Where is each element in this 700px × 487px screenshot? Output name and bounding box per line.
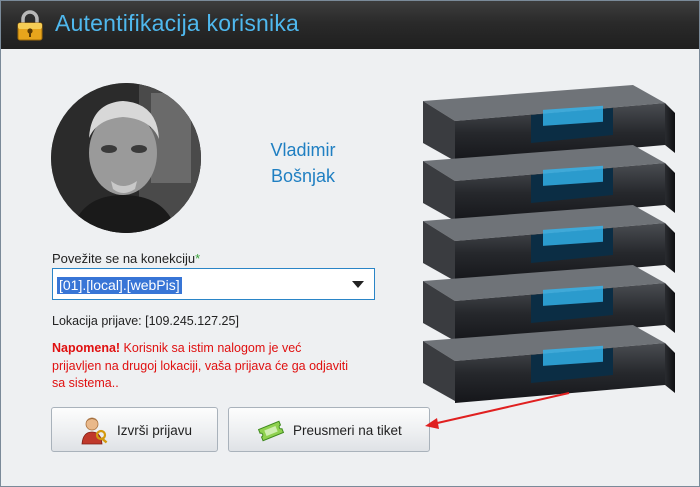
notice-label: Napomena! [52,341,121,355]
title-bar: Autentifikacija korisnika [1,1,699,49]
redirect-ticket-button[interactable]: Preusmeri na tiket [228,407,430,452]
connection-select[interactable]: [01].[local].[webPis] [52,268,375,300]
chevron-down-icon[interactable] [352,281,364,288]
notice-message: Napomena! Korisnik sa istim nalogom je v… [52,340,352,393]
user-name: Vladimir Bošnjak [263,137,343,189]
user-last-name: Bošnjak [270,166,336,186]
lock-icon [17,10,43,41]
login-location: Lokacija prijave: [109.245.127.25] [52,314,239,328]
connection-selected-value: [01].[local].[webPis] [57,277,182,294]
auth-window: Autentifikacija korisnika Vladimir Bošnj… [0,0,700,487]
connection-label-text: Povežite se na konekciju [52,251,196,266]
user-key-icon [81,417,108,445]
user-first-name: Vladimir [270,140,336,160]
server-rack-illustration [423,85,675,403]
window-title: Autentifikacija korisnika [55,10,300,36]
ticket-icon [257,420,285,442]
login-button-label: Izvrši prijavu [117,423,193,438]
redirect-button-label: Preusmeri na tiket [293,423,402,438]
login-button[interactable]: Izvrši prijavu [51,407,218,452]
avatar [51,83,201,233]
connection-label: Povežite se na konekciju* [52,251,200,266]
required-mark: * [195,251,201,266]
